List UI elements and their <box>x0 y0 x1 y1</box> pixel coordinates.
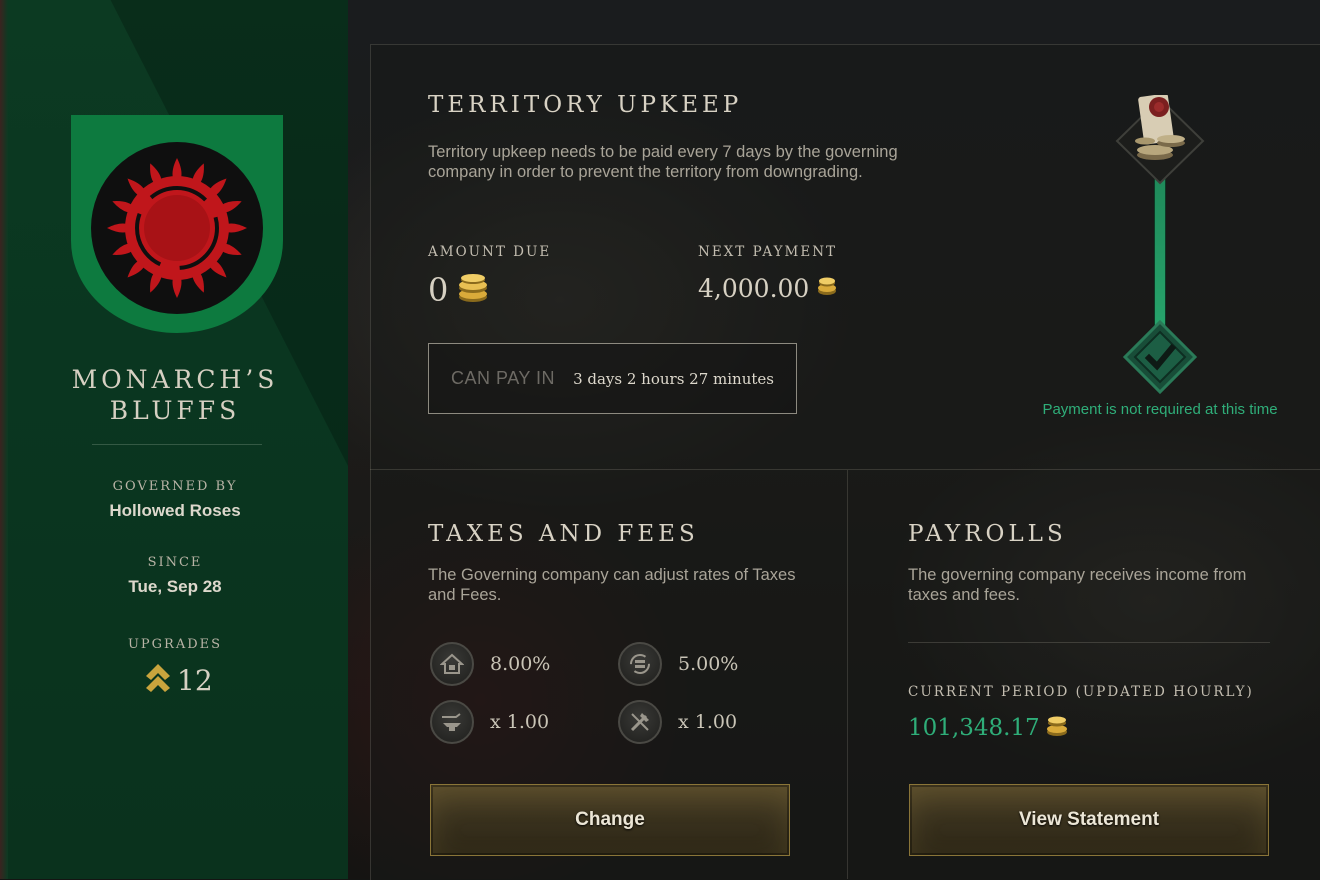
upgrades-label: UPGRADES <box>127 637 223 652</box>
taxes-title: TAXES AND FEES <box>428 521 699 547</box>
since-date: Tue, Sep 28 <box>128 577 222 596</box>
next-payment-value: 4,000.00 <box>698 274 810 303</box>
taxes-description: The Governing company can adjust rates o… <box>428 566 796 604</box>
banner-edge <box>0 0 8 879</box>
upkeep-scroll-coins-icon <box>1115 93 1205 192</box>
chevron-rank-icon <box>145 662 171 699</box>
checkmark-diamond-icon <box>1122 319 1198 399</box>
payment-progress-track <box>1154 178 1166 328</box>
can-pay-label: CAN PAY IN <box>451 368 556 388</box>
crafting-fee-value: x 1.00 <box>490 711 550 733</box>
can-pay-in-box: CAN PAY IN 3 days 2 hours 27 minutes <box>428 343 797 414</box>
current-period-value: 101,348.17 <box>908 714 1040 741</box>
divider <box>92 444 262 445</box>
trading-tax-rate: 5.00% <box>618 642 738 686</box>
coin-stack-icon <box>456 270 490 309</box>
company-emblem-sun-icon <box>91 142 263 314</box>
section-divider <box>370 469 1320 470</box>
governing-company-name: Hollowed Roses <box>109 501 241 520</box>
payment-status-note: Payment is not required at this time <box>1042 401 1278 418</box>
can-pay-countdown: 3 days 2 hours 27 minutes <box>573 369 774 388</box>
next-payment-label: NEXT PAYMENT <box>698 244 838 260</box>
house-tax-icon <box>430 642 474 686</box>
current-period: 101,348.17 <box>908 712 1068 743</box>
property-tax-rate: 8.00% <box>430 642 550 686</box>
upgrades-value: 12 <box>177 664 213 697</box>
territory-name: MONARCH’S BLUFFS <box>71 365 279 425</box>
refining-fee-icon <box>618 700 662 744</box>
upgrades-count: 12 <box>145 662 213 699</box>
refining-fee-value: x 1.00 <box>678 711 738 733</box>
payrolls-description: The governing company receives income fr… <box>908 566 1247 604</box>
crafting-fee-rate: x 1.00 <box>430 700 549 744</box>
next-payment: 4,000.00 <box>698 274 837 303</box>
view-statement-button[interactable]: View Statement <box>909 784 1269 856</box>
upkeep-title: TERRITORY UPKEEP <box>428 92 743 118</box>
upkeep-description: Territory upkeep needs to be paid every … <box>428 143 898 181</box>
amount-due-value: 0 <box>428 270 449 309</box>
amount-due-label: AMOUNT DUE <box>428 244 552 260</box>
refining-fee-rate: x 1.00 <box>618 700 737 744</box>
coin-icon <box>817 275 837 302</box>
column-divider <box>847 470 848 879</box>
current-period-label: CURRENT PERIOD (UPDATED HOURLY) <box>908 684 1254 700</box>
property-tax-value: 8.00% <box>490 653 551 675</box>
coin-stack-icon <box>1046 712 1068 743</box>
governed-by-label: GOVERNED BY <box>112 479 238 494</box>
payrolls-divider <box>908 642 1270 643</box>
payrolls-title: PAYROLLS <box>908 521 1067 547</box>
trade-tax-icon <box>618 642 662 686</box>
change-button[interactable]: Change <box>430 784 790 856</box>
since-label: SINCE <box>147 555 203 570</box>
crafting-fee-icon <box>430 700 474 744</box>
trading-tax-value: 5.00% <box>678 653 739 675</box>
amount-due: 0 <box>428 270 490 309</box>
